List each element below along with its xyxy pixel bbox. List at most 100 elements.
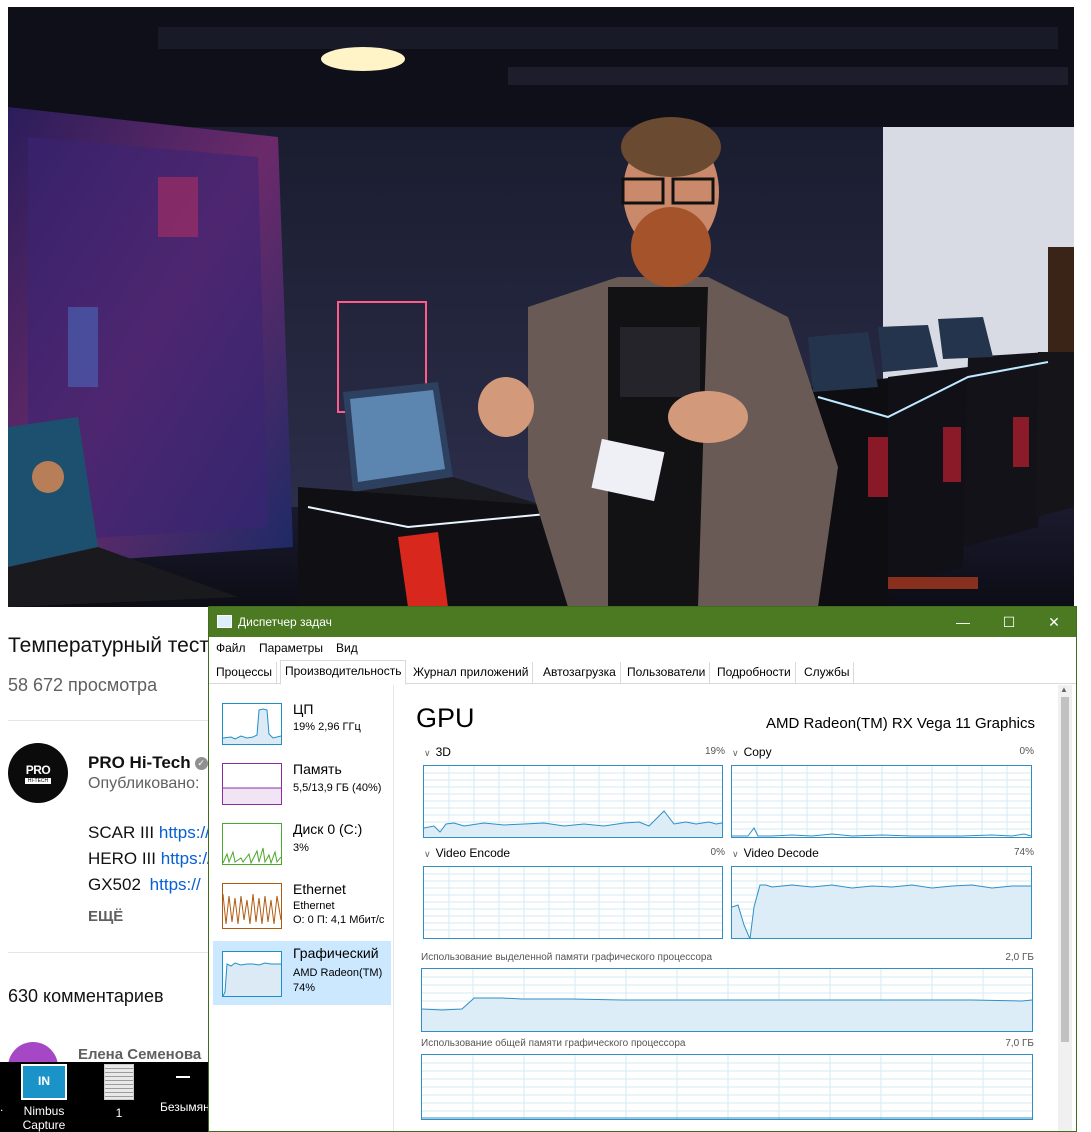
description-line: HERO III https:// bbox=[88, 849, 212, 869]
engine-label: Copy bbox=[743, 745, 772, 759]
task-manager-app-icon bbox=[217, 615, 232, 628]
sidebar-detail: Ethernet bbox=[293, 900, 335, 912]
comments-count: 630 комментариев bbox=[8, 986, 164, 1006]
engine-selector-video-encode[interactable]: ∨ Video Encode bbox=[424, 846, 510, 860]
chevron-down-icon: ∨ bbox=[732, 849, 739, 859]
video-title: Температурный тест bbox=[8, 634, 209, 657]
task-manager-window: Диспетчер задач — ☐ ✕ Файл Параметры Вид… bbox=[208, 606, 1077, 1132]
gpu-heading: GPU bbox=[416, 703, 475, 733]
description-label: SCAR III bbox=[88, 823, 155, 842]
sidebar-item-ethernet[interactable]: Ethernet Ethernet О: 0 П: 4,1 Мбит/с bbox=[213, 877, 391, 941]
engine-label: Video Decode bbox=[743, 846, 819, 860]
chevron-down-icon: ∨ bbox=[732, 748, 739, 758]
sidebar-item-cpu[interactable]: ЦП 19% 2,96 ГГц bbox=[213, 697, 391, 761]
tab-users[interactable]: Пользователи bbox=[623, 662, 711, 684]
ethernet-thumbnail-graph bbox=[222, 883, 282, 929]
channel-name-link[interactable]: PRO Hi-Tech ✓ bbox=[88, 753, 208, 773]
tab-startup[interactable]: Автозагрузка bbox=[539, 662, 621, 684]
engine-selector-video-decode[interactable]: ∨ Video Decode bbox=[732, 846, 819, 860]
gpu-model-name: AMD Radeon(TM) RX Vega 11 Graphics bbox=[766, 715, 1035, 732]
description-label: GX502 bbox=[88, 875, 141, 894]
engine-percent: 74% bbox=[1013, 847, 1034, 858]
disk-thumbnail-graph bbox=[222, 823, 282, 865]
window-title: Диспетчер задач bbox=[238, 615, 332, 629]
description-line: GX502 https:// bbox=[88, 875, 201, 895]
view-count: 58 672 просмотра bbox=[8, 675, 158, 695]
vertical-scrollbar[interactable]: ▲ bbox=[1058, 685, 1072, 1131]
description-link[interactable]: https:// bbox=[159, 823, 210, 842]
sidebar-detail: 5,5/13,9 ГБ (40%) bbox=[293, 782, 382, 794]
dedicated-memory-graph bbox=[421, 968, 1033, 1032]
tab-strip: Процессы Производительность Журнал прило… bbox=[209, 660, 1076, 685]
sidebar-detail: 74% bbox=[293, 982, 316, 994]
sidebar-detail: О: 0 П: 4,1 Мбит/с bbox=[293, 914, 385, 926]
sidebar-title: Графический bbox=[293, 945, 379, 961]
chevron-down-icon: ∨ bbox=[424, 748, 431, 758]
description-link[interactable]: https:// bbox=[150, 875, 201, 894]
shared-memory-max: 7,0 ГБ bbox=[1005, 1038, 1034, 1049]
dash-icon bbox=[176, 1076, 190, 1078]
channel-avatar[interactable]: PRO HI-TECH bbox=[8, 743, 68, 803]
tab-performance[interactable]: Производительность bbox=[280, 660, 407, 685]
nimbus-capture-icon: IN bbox=[21, 1064, 67, 1100]
engine-graph-3d bbox=[423, 765, 723, 838]
taskbar-item-untitled[interactable]: Безымян bbox=[160, 1062, 210, 1114]
tab-services[interactable]: Службы bbox=[800, 662, 855, 684]
video-player[interactable] bbox=[8, 7, 1074, 607]
taskbar-item-document[interactable]: 1 bbox=[98, 1062, 140, 1120]
sidebar-item-memory[interactable]: Память 5,5/13,9 ГБ (40%) bbox=[213, 757, 391, 821]
sidebar-title: Диск 0 (C:) bbox=[293, 821, 363, 837]
tab-app-history[interactable]: Журнал приложений bbox=[409, 662, 534, 684]
sidebar-detail: AMD Radeon(TM) bbox=[293, 967, 383, 979]
avatar-logo-subtext: HI-TECH bbox=[24, 777, 52, 784]
menu-file[interactable]: Файл bbox=[216, 641, 246, 655]
video-frame-illustration bbox=[8, 7, 1074, 607]
sidebar-item-disk[interactable]: Диск 0 (C:) 3% bbox=[213, 817, 391, 881]
tab-details[interactable]: Подробности bbox=[713, 662, 796, 684]
document-icon bbox=[104, 1064, 134, 1100]
tab-processes[interactable]: Процессы bbox=[212, 662, 278, 684]
taskbar-item-label: Безымян bbox=[160, 1100, 210, 1114]
memory-thumbnail-graph bbox=[222, 763, 282, 805]
engine-percent: 19% bbox=[704, 746, 725, 757]
close-button[interactable]: ✕ bbox=[1031, 607, 1076, 637]
channel-name: PRO Hi-Tech bbox=[88, 753, 191, 772]
chevron-down-icon: ∨ bbox=[424, 849, 431, 859]
menu-view[interactable]: Вид bbox=[336, 641, 358, 655]
engine-percent: 0% bbox=[1019, 746, 1034, 757]
dedicated-memory-max: 2,0 ГБ bbox=[1005, 952, 1034, 963]
menu-bar: Файл Параметры Вид bbox=[209, 637, 1076, 659]
menu-options[interactable]: Параметры bbox=[259, 641, 323, 655]
maximize-button[interactable]: ☐ bbox=[986, 607, 1032, 637]
commenter-name[interactable]: Елена Семенова bbox=[78, 1046, 201, 1063]
published-date: Опубликовано: bbox=[88, 775, 200, 792]
dedicated-memory-label: Использование выделенной памяти графичес… bbox=[421, 952, 713, 963]
shared-memory-graph bbox=[421, 1054, 1033, 1120]
scrollbar-thumb[interactable] bbox=[1061, 697, 1069, 1042]
avatar-logo-text: PRO bbox=[25, 762, 51, 777]
description-link[interactable]: https:// bbox=[161, 849, 212, 868]
engine-selector-copy[interactable]: ∨ Copy bbox=[732, 745, 772, 759]
performance-sidebar: ЦП 19% 2,96 ГГц Память 5,5/13,9 ГБ (40%)… bbox=[209, 685, 394, 1131]
show-more-button[interactable]: ЕЩЁ bbox=[88, 908, 123, 925]
gpu-thumbnail-graph bbox=[222, 951, 282, 997]
title-bar[interactable]: Диспетчер задач — ☐ ✕ bbox=[209, 607, 1076, 637]
engine-graph-copy bbox=[731, 765, 1032, 838]
sidebar-title: Ethernet bbox=[293, 881, 346, 897]
taskbar-item-label: 1 bbox=[115, 1106, 123, 1120]
sidebar-detail: 19% 2,96 ГГц bbox=[293, 721, 361, 733]
scroll-up-arrow-icon[interactable]: ▲ bbox=[1060, 685, 1068, 694]
sidebar-item-gpu[interactable]: Графический AMD Radeon(TM) 74% bbox=[213, 941, 391, 1005]
screen: Температурный тест 58 672 просмотра PRO … bbox=[0, 0, 1091, 1132]
minimize-button[interactable]: — bbox=[940, 607, 986, 637]
engine-graph-video-encode bbox=[423, 866, 723, 939]
engine-graph-video-decode bbox=[731, 866, 1032, 939]
taskbar-item-nimbus-capture[interactable]: IN Nimbus Capture bbox=[16, 1062, 72, 1132]
engine-percent: 0% bbox=[710, 847, 725, 858]
shared-memory-label: Использование общей памяти графического … bbox=[421, 1038, 686, 1049]
divider bbox=[8, 720, 218, 721]
verified-check-icon: ✓ bbox=[194, 757, 208, 771]
sidebar-title: ЦП bbox=[293, 701, 314, 717]
engine-selector-3d[interactable]: ∨ 3D bbox=[424, 745, 451, 759]
cpu-thumbnail-graph bbox=[222, 703, 282, 745]
